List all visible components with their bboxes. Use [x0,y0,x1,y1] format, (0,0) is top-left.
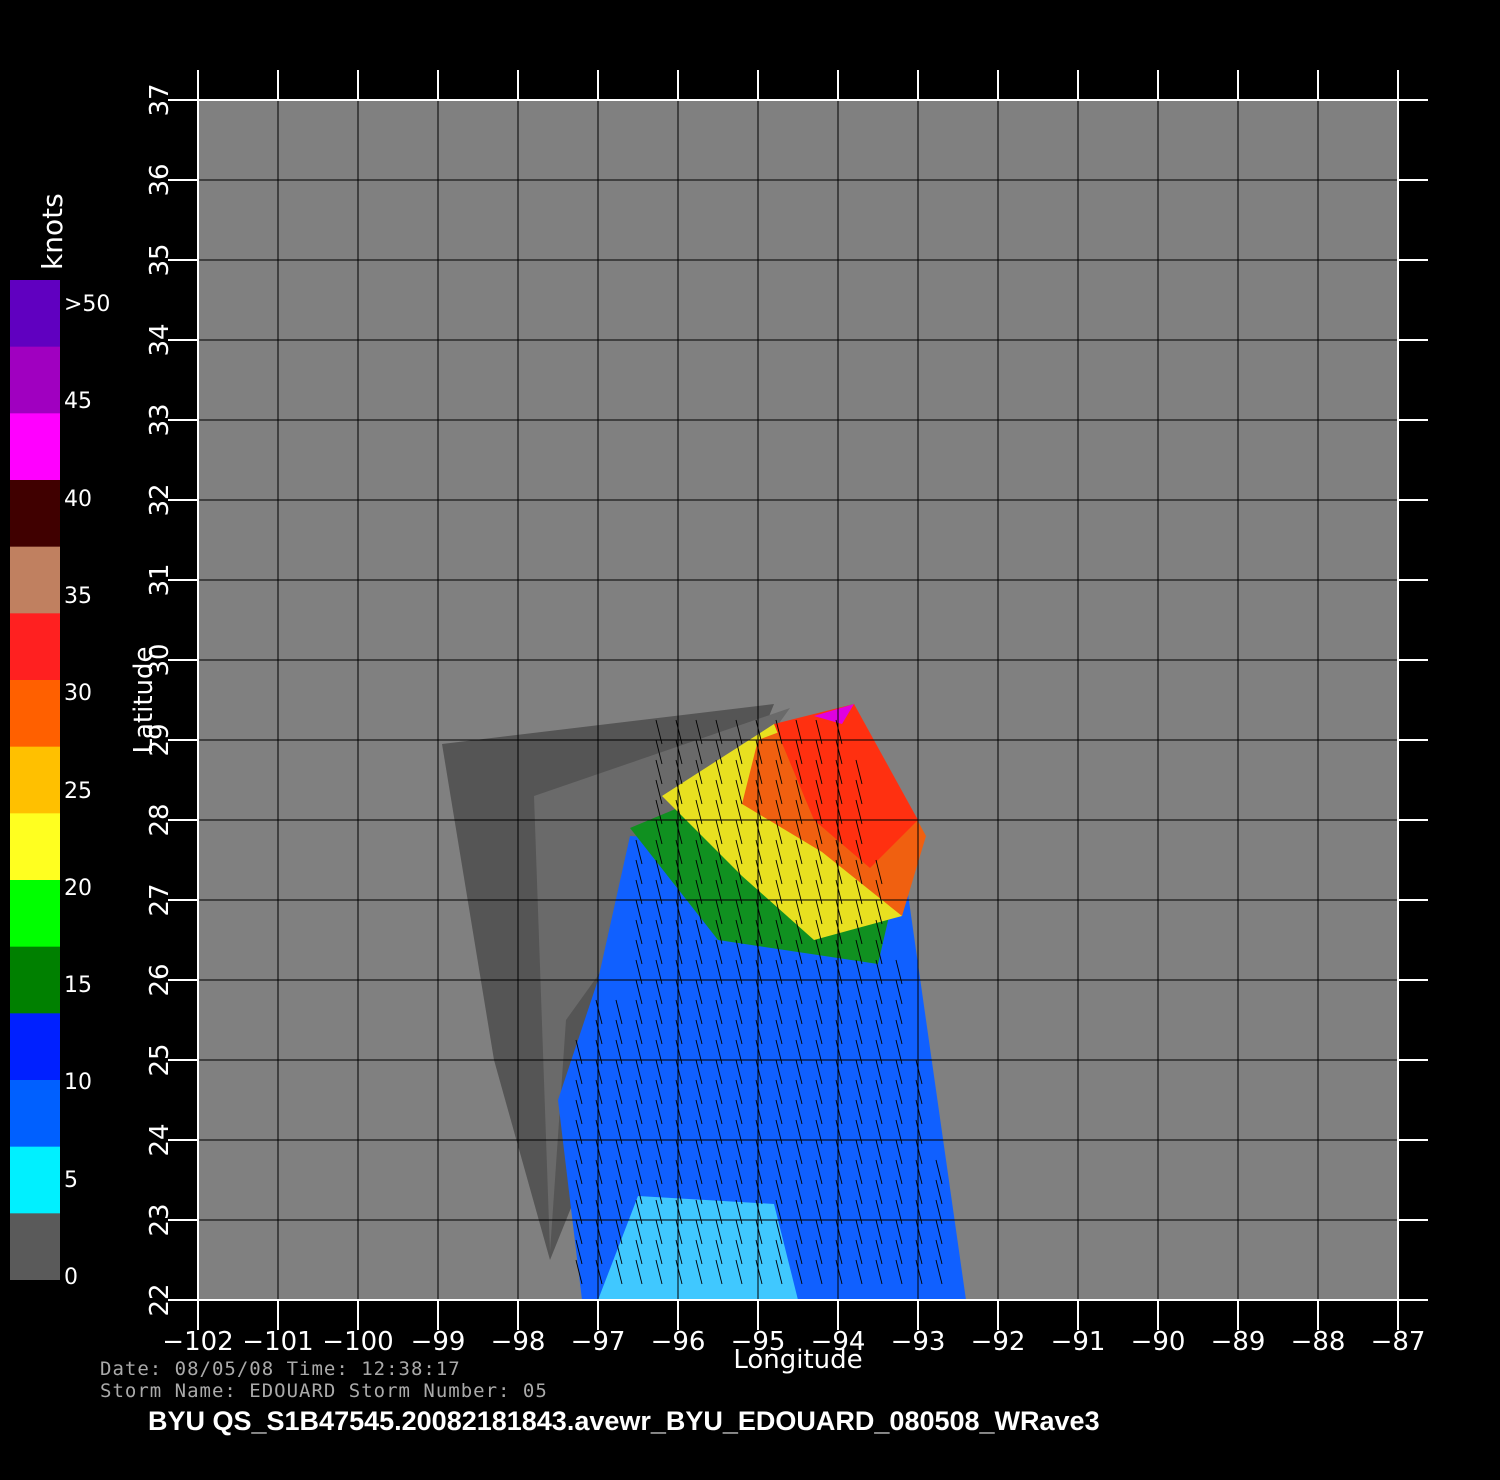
x-tick-label: −88 [1291,1327,1346,1357]
colorbar-tick-label: 40 [64,486,92,512]
y-tick-label: 27 [145,883,175,916]
colorbar-segment [10,480,60,548]
colorbar-segment [10,613,60,681]
y-tick-label: 24 [145,1123,175,1156]
colorbar-tick-label: 20 [64,875,92,901]
colorbar-tick-label: 35 [64,583,92,609]
x-tick-label: −101 [242,1327,313,1357]
y-tick-label: 31 [145,563,175,596]
colorbar-segment [10,1213,60,1281]
y-tick-label: 36 [145,163,175,196]
x-tick-label: −96 [651,1327,706,1357]
colorbar-segment [10,546,60,615]
storm-info: Storm Name: EDOUARD Storm Number: 05 [100,1380,548,1402]
colorbar-tick-label: 5 [64,1167,78,1193]
colorbar-segment [10,880,60,948]
y-axis-label: Latitude [129,646,159,753]
x-tick-label: −97 [571,1327,626,1357]
colorbar-tick-label: 25 [64,778,92,804]
colorbar-tick-label: 15 [64,973,92,999]
colorbar-segment [10,413,60,481]
x-axis-label: Longitude [733,1345,862,1375]
x-tick-label: −102 [162,1327,233,1357]
y-tick-label: 35 [145,243,175,276]
colorbar-tick-label: 0 [64,1265,78,1290]
x-tick-label: −100 [322,1327,393,1357]
x-tick-label: −91 [1051,1327,1106,1357]
colorbar-unit-label: knots [36,193,69,270]
x-tick-label: −89 [1211,1327,1266,1357]
y-tick-label: 32 [145,483,175,516]
y-tick-label: 26 [145,963,175,996]
colorbar-segment [10,346,60,415]
colorbar-tick-label: 30 [64,681,92,707]
colorbar-segment [10,946,60,1015]
colorbar-segment [10,1080,60,1148]
y-tick-label: 33 [145,403,175,436]
y-tick-label: 22 [145,1283,175,1316]
colorbar-tick-label: 45 [64,389,92,415]
colorbar-tick-label: 10 [64,1070,92,1096]
y-tick-label: 25 [145,1043,175,1076]
y-tick-label: 28 [145,803,175,836]
x-tick-label: −92 [971,1327,1026,1357]
colorbar-segment [10,813,60,881]
date-time-info: Date: 08/05/08 Time: 12:38:17 [100,1358,461,1380]
y-tick-label: 37 [145,83,175,116]
x-tick-label: −99 [411,1327,466,1357]
y-tick-label: 34 [145,323,175,356]
colorbar-segment [10,1146,60,1215]
colorbar-segment [10,1013,60,1081]
figure-caption: BYU QS_S1B47545.20082181843.avewr_BYU_ED… [148,1406,1100,1436]
colorbar-tick-label: >50 [64,292,111,317]
wind-speed-colorbar [10,280,60,1281]
colorbar-segment [10,746,60,815]
colorbar-segment [10,280,60,348]
y-tick-label: 23 [145,1203,175,1236]
x-tick-label: −93 [891,1327,946,1357]
wind-map-plot: −102 −101 −100 −99 −98 −97 −96 −95 −94 −93 −92 −91−… [129,70,1428,1375]
x-tick-label: −90 [1131,1327,1186,1357]
colorbar-segment [10,680,60,748]
x-tick-label: −98 [491,1327,546,1357]
chart-stage: −102 −101 −100 −99 −98 −97 −96 −95 −94 −93 −92 −91−… [0,0,1500,1480]
x-tick-label: −87 [1371,1327,1426,1357]
